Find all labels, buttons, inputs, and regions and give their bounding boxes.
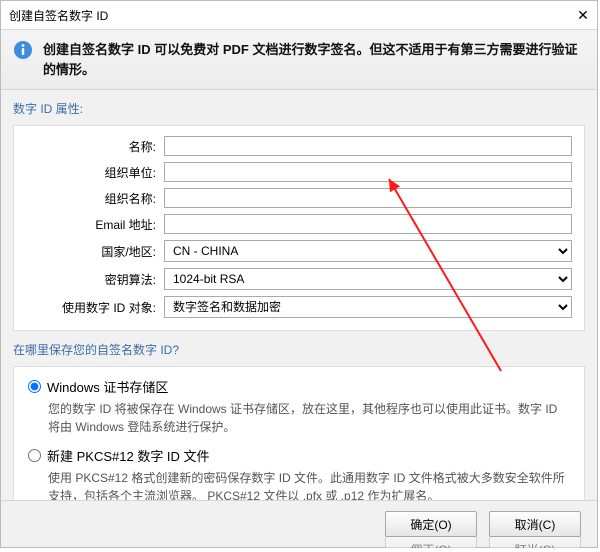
row-key-algo: 密钥算法: 1024-bit RSA [26,268,572,290]
save-location-panel: Windows 证书存储区 您的数字 ID 将被保存在 Windows 证书存储… [13,366,585,500]
radio-windows-store-label: Windows 证书存储区 [47,377,168,396]
cancel-button[interactable]: 取消(C) [489,511,581,537]
row-country: 国家/地区: CN - CHINA [26,240,572,262]
radio-windows-store[interactable] [28,380,41,393]
attributes-panel: 名称: 组织单位: 组织名称: Email 地址: 国家/地区: CN - CH… [13,125,585,331]
titlebar: 创建自签名数字 ID ✕ [1,1,597,30]
window-title: 创建自签名数字 ID [9,7,108,24]
dialog-window: 创建自签名数字 ID ✕ 创建自签名数字 ID 可以免费对 PDF 文档进行数字… [0,0,598,548]
email-input[interactable] [164,214,572,234]
org-unit-label: 组织单位: [26,164,164,181]
name-label: 名称: [26,138,164,155]
use-for-select[interactable]: 数字签名和数据加密 [164,296,572,318]
org-unit-input[interactable] [164,162,572,182]
radio-pkcs12[interactable] [28,449,41,462]
save-location-question: 在哪里保存您的自签名数字 ID? [13,341,585,358]
info-text: 创建自签名数字 ID 可以免费对 PDF 文档进行数字签名。但这不适用于有第三方… [43,40,585,79]
country-label: 国家/地区: [26,243,164,260]
org-name-label: 组织名称: [26,190,164,207]
row-org-name: 组织名称: [26,188,572,208]
row-email: Email 地址: [26,214,572,234]
radio-windows-store-desc: 您的数字 ID 将被保存在 Windows 证书存储区，放在这里，其他程序也可以… [48,400,570,436]
dialog-body: 数字 ID 属性: 名称: 组织单位: 组织名称: Email 地址: 国家/地… [1,90,597,500]
radio-option-pkcs12: 新建 PKCS#12 数字 ID 文件 使用 PKCS#12 格式创建新的密码保… [28,446,570,500]
row-org-unit: 组织单位: [26,162,572,182]
attributes-label: 数字 ID 属性: [13,100,585,117]
org-name-input[interactable] [164,188,572,208]
radio-pkcs12-label: 新建 PKCS#12 数字 ID 文件 [47,446,210,465]
info-icon [13,40,33,60]
country-select[interactable]: CN - CHINA [164,240,572,262]
button-bar: 确定(O) 取消(C) [1,500,597,547]
key-algo-label: 密钥算法: [26,271,164,288]
use-for-label: 使用数字 ID 对象: [26,299,164,316]
radio-option-windows-store: Windows 证书存储区 您的数字 ID 将被保存在 Windows 证书存储… [28,377,570,436]
row-use-for: 使用数字 ID 对象: 数字签名和数据加密 [26,296,572,318]
row-name: 名称: [26,136,572,156]
close-icon: ✕ [577,7,589,24]
radio-pkcs12-desc: 使用 PKCS#12 格式创建新的密码保存数字 ID 文件。此通用数字 ID 文… [48,469,570,500]
info-bar: 创建自签名数字 ID 可以免费对 PDF 文档进行数字签名。但这不适用于有第三方… [1,30,597,90]
ok-button[interactable]: 确定(O) [385,511,477,537]
email-label: Email 地址: [26,216,164,233]
key-algo-select[interactable]: 1024-bit RSA [164,268,572,290]
name-input[interactable] [164,136,572,156]
close-button[interactable]: ✕ [569,1,597,29]
